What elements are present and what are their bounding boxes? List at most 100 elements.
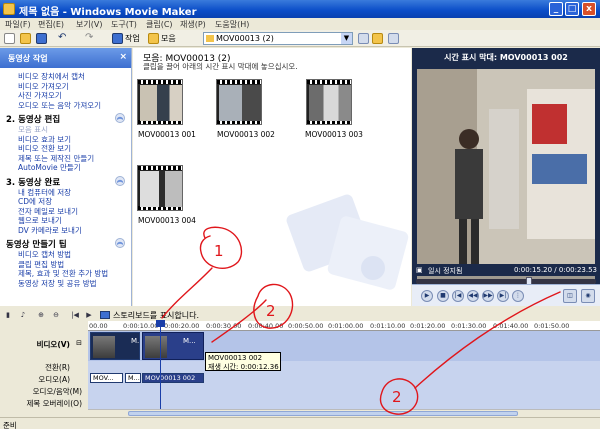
task-send-web[interactable]: 웹으로 보내기 [18, 216, 131, 226]
new-collection-icon[interactable] [372, 33, 383, 44]
collapse-icon[interactable]: ︽ [115, 238, 125, 248]
track-label-video[interactable]: 비디오(V) [37, 339, 70, 350]
storyboard-icon [100, 311, 110, 319]
tip-save-share[interactable]: 동영상 저장 및 공유 방법 [18, 279, 131, 289]
audio-clip-selected[interactable]: MOV00013 002 [142, 373, 204, 383]
tasks-pane: 동영상 작업 × 비디오 장치에서 캡처 비디오 가져오기 사진 가져오기 오디… [0, 48, 132, 306]
timeline-video-clip-selected[interactable]: M... [142, 332, 204, 360]
finish-section: 내 컴퓨터에 저장 CD에 저장 전자 메일로 보내기 웹으로 보내기 DV 카… [0, 188, 131, 236]
snapshot-icon: ▣ [416, 266, 423, 274]
show-storyboard-label: 스토리보드를 표시합니다. [113, 311, 200, 320]
audio-clip[interactable]: MOV... [90, 373, 123, 383]
collection-select-value: MOV00013 (2) [216, 34, 274, 43]
task-send-email[interactable]: 전자 메일로 보내기 [18, 207, 131, 217]
menu-tools[interactable]: 도구(T) [111, 19, 137, 30]
zoom-out-icon[interactable]: ⊖ [51, 310, 61, 320]
menu-view[interactable]: 보기(V) [76, 19, 102, 30]
rewind-icon[interactable]: ◀◀ [467, 290, 479, 302]
collection-clip-thumbnail[interactable] [137, 165, 183, 211]
task-send-dv-camera[interactable]: DV 카메라로 보내기 [18, 226, 131, 236]
rewind-timeline-icon[interactable]: |◀ [70, 310, 80, 320]
audio-clip[interactable]: M... [125, 373, 141, 383]
tip-add-titles-effects[interactable]: 제목, 효과 및 전환 추가 방법 [18, 269, 131, 279]
ruler-tick: 0:01:30.00 [451, 322, 487, 330]
minimize-button[interactable]: _ [549, 2, 563, 16]
tip-edit-clips[interactable]: 클립 편집 방법 [18, 260, 131, 270]
transition-track[interactable] [88, 361, 600, 372]
collection-clip-thumbnail[interactable] [306, 79, 352, 125]
split-clip-button[interactable]: ◫ [563, 289, 577, 303]
timeline-scrollbar[interactable] [88, 409, 600, 416]
track-label-audio: 오디오(A) [38, 375, 70, 384]
chevron-down-icon[interactable]: ▼ [341, 33, 352, 44]
take-picture-button[interactable]: ◉ [581, 289, 595, 303]
collapse-icon[interactable]: ︽ [115, 113, 125, 123]
ruler-tick: 0:01:10.00 [370, 322, 406, 330]
playhead-handle[interactable] [156, 320, 165, 327]
expand-video-track-icon[interactable]: ⊟ [76, 339, 82, 347]
menu-file[interactable]: 파일(F) [5, 19, 31, 30]
collapse-icon[interactable]: ︽ [115, 175, 125, 186]
views-icon[interactable] [388, 33, 399, 44]
task-save-to-computer[interactable]: 내 컴퓨터에 저장 [18, 188, 131, 198]
split-icon[interactable]: ⋮ [512, 290, 524, 302]
menu-edit[interactable]: 편집(E) [38, 19, 64, 30]
set-audio-levels-icon[interactable]: ▮ [3, 310, 13, 320]
playhead[interactable] [156, 320, 165, 409]
narrate-icon[interactable]: ♪ [18, 310, 28, 320]
forward-icon[interactable]: ▶▶ [482, 290, 494, 302]
task-make-titles[interactable]: 제목 또는 제작진 만들기 [18, 154, 131, 164]
task-import-audio[interactable]: 오디오 또는 음악 가져오기 [18, 101, 131, 111]
undo-icon[interactable]: ↶ [58, 33, 69, 44]
zoom-in-icon[interactable]: ⊕ [36, 310, 46, 320]
tips-section-title[interactable]: 동영상 만들기 팁 ︽ [6, 238, 131, 250]
edit-section-title[interactable]: 2. 동영상 편집 ︽ [6, 113, 131, 125]
finish-section-title[interactable]: 3. 동영상 완료 ︽ [6, 175, 131, 188]
next-frame-icon[interactable]: ▶| [497, 290, 509, 302]
redo-icon[interactable]: ↷ [85, 33, 96, 44]
task-capture-from-device[interactable]: 비디오 장치에서 캡처 [18, 72, 131, 82]
collections-icon[interactable] [148, 33, 159, 44]
scrollbar-thumb[interactable] [128, 411, 518, 416]
collections-button-label[interactable]: 모음 [161, 33, 176, 44]
tip-capture-video[interactable]: 비디오 캡처 방법 [18, 250, 131, 260]
video-track[interactable]: M... M... [88, 331, 600, 361]
status-text: 준비 [3, 421, 17, 429]
tasks-icon[interactable] [112, 33, 123, 44]
clip-frame-thumbnail [93, 336, 115, 358]
audio-track[interactable]: MOV... M... MOV00013 002 [88, 372, 600, 384]
menu-clip[interactable]: 클립(C) [146, 19, 173, 30]
ruler-tick: 0:00:30.00 [206, 322, 242, 330]
maximize-button[interactable]: □ [565, 2, 579, 16]
collection-select[interactable]: MOV00013 (2) ▼ [203, 32, 353, 45]
preview-status-bar: ▣ 일시 정지됨 0:00:15.20 / 0:00:23.53 [412, 264, 600, 276]
previous-frame-icon[interactable]: |◀ [452, 290, 464, 302]
music-track[interactable] [88, 384, 600, 395]
app-icon [3, 3, 15, 15]
folder-icon [206, 35, 214, 42]
task-import-pictures[interactable]: 사진 가져오기 [18, 91, 131, 101]
new-project-icon[interactable] [4, 33, 15, 44]
title-overlay-track[interactable] [88, 395, 600, 406]
collection-clip-label: MOV00013 001 [138, 130, 196, 139]
task-view-transitions[interactable]: 비디오 전환 보기 [18, 144, 131, 154]
task-save-to-cd[interactable]: CD에 저장 [18, 197, 131, 207]
timeline-video-clip[interactable]: M... [90, 332, 140, 360]
up-folder-icon[interactable] [358, 33, 369, 44]
menu-play[interactable]: 재생(P) [180, 19, 206, 30]
close-icon[interactable]: × [119, 52, 127, 62]
tasks-button-label[interactable]: 작업 [125, 33, 140, 44]
save-icon[interactable] [36, 33, 47, 44]
play-icon[interactable]: ▶ [421, 290, 433, 302]
show-storyboard-button[interactable]: 스토리보드를 표시합니다. [100, 310, 199, 321]
task-view-effects[interactable]: 비디오 효과 보기 [18, 135, 131, 145]
collection-clip-thumbnail[interactable] [137, 79, 183, 125]
task-make-automovie[interactable]: AutoMovie 만들기 [18, 163, 131, 173]
open-folder-icon[interactable] [20, 33, 31, 44]
stop-icon[interactable]: ■ [437, 290, 449, 302]
play-timeline-icon[interactable]: ▶ [84, 310, 94, 320]
collection-clip-thumbnail[interactable] [216, 79, 262, 125]
close-button[interactable]: x [582, 2, 596, 16]
menu-help[interactable]: 도움말(H) [215, 19, 249, 30]
task-import-video[interactable]: 비디오 가져오기 [18, 82, 131, 92]
